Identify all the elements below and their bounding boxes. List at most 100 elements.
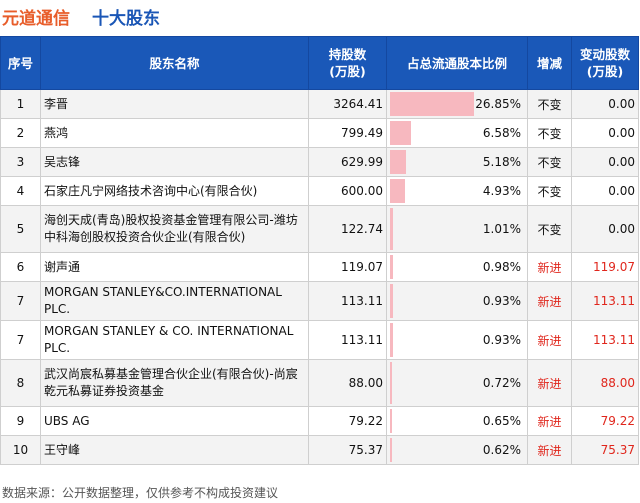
- ratio-bar: [390, 121, 411, 145]
- cell-ratio: 0.93%: [386, 320, 528, 360]
- cell-change: 不变: [527, 89, 572, 119]
- header-rank: 序号: [0, 36, 41, 90]
- ratio-bar: [390, 255, 394, 279]
- table-row: 7 MORGAN STANLEY&CO.INTERNATIONAL PLC. 113…: [0, 281, 639, 321]
- cell-shareholder-name: 武汉尚宸私募基金管理合伙企业(有限合伙)-尚宸乾元私募证券投资基金: [40, 359, 309, 407]
- cell-rank: 3: [0, 147, 41, 177]
- cell-shareholder-name: 海创天成(青岛)股权投资基金管理有限公司-潍坊中科海创股权投资合伙企业(有限合伙…: [40, 205, 309, 253]
- data-source-note: 数据来源：公开数据整理，仅供参考不构成投资建议: [2, 486, 279, 500]
- cell-rank: 2: [0, 118, 41, 148]
- header-name: 股东名称: [40, 36, 309, 90]
- cell-shareholder-name: 王守峰: [40, 435, 309, 465]
- ratio-label: 0.62%: [482, 443, 521, 457]
- cell-shares: 119.07: [308, 252, 387, 282]
- cell-shares: 113.11: [308, 320, 387, 360]
- ratio-bar: [390, 284, 393, 318]
- cell-ratio: 0.65%: [386, 406, 528, 436]
- cell-ratio: 6.58%: [386, 118, 528, 148]
- cell-change: 新进: [527, 252, 572, 282]
- cell-rank: 6: [0, 252, 41, 282]
- table-row: 7 MORGAN STANLEY & CO. INTERNATIONAL PLC.…: [0, 320, 639, 360]
- cell-change-shares: 0.00: [571, 118, 639, 148]
- ratio-label: 0.72%: [482, 376, 521, 390]
- cell-rank: 1: [0, 89, 41, 119]
- table-row: 9 UBS AG 79.22 0.65% 新进 79.22: [0, 406, 639, 436]
- cell-change-shares: 0.00: [571, 176, 639, 206]
- ratio-label: 0.65%: [482, 414, 521, 428]
- cell-change-shares: 0.00: [571, 89, 639, 119]
- cell-ratio: 0.62%: [386, 435, 528, 465]
- cell-shares: 75.37: [308, 435, 387, 465]
- header: 元道通信 十大股东: [0, 0, 640, 32]
- cell-rank: 7: [0, 281, 41, 321]
- table-row: 5 海创天成(青岛)股权投资基金管理有限公司-潍坊中科海创股权投资合伙企业(有限合…: [0, 205, 639, 253]
- cell-change: 不变: [527, 205, 572, 253]
- ratio-label: 0.98%: [482, 260, 521, 274]
- cell-ratio: 5.18%: [386, 147, 528, 177]
- cell-change-shares: 0.00: [571, 147, 639, 177]
- page-title: 元道通信: [2, 9, 70, 29]
- cell-shareholder-name: 吴志锋: [40, 147, 309, 177]
- ratio-bar: [390, 323, 393, 357]
- cell-change-shares: 88.00: [571, 359, 639, 407]
- ratio-bar: [390, 150, 407, 174]
- ratio-label: 1.01%: [482, 222, 521, 236]
- cell-ratio: 26.85%: [386, 89, 528, 119]
- cell-shares: 600.00: [308, 176, 387, 206]
- header-change-shares: 变动股数 (万股): [571, 36, 639, 90]
- table-row: 6 谢声通 119.07 0.98% 新进 119.07: [0, 252, 639, 282]
- table-row: 1 李晋 3264.41 26.85% 不变 0.00: [0, 89, 639, 119]
- ratio-bar: [390, 362, 393, 404]
- table-row: 10 王守峰 75.37 0.62% 新进 75.37: [0, 435, 639, 465]
- cell-change: 不变: [527, 176, 572, 206]
- ratio-label: 0.93%: [482, 333, 521, 347]
- cell-change: 新进: [527, 281, 572, 321]
- cell-shareholder-name: 石家庄凡宁网络技术咨询中心(有限合伙): [40, 176, 309, 206]
- header-shares: 持股数 (万股): [308, 36, 387, 90]
- cell-shares: 3264.41: [308, 89, 387, 119]
- ratio-label: 5.18%: [482, 155, 521, 169]
- cell-shareholder-name: MORGAN STANLEY&CO.INTERNATIONAL PLC.: [40, 281, 309, 321]
- ratio-bar: [390, 208, 394, 250]
- ratio-bar: [390, 179, 406, 203]
- cell-change: 不变: [527, 147, 572, 177]
- ratio-bar: [390, 409, 392, 433]
- cell-rank: 8: [0, 359, 41, 407]
- cell-shareholder-name: UBS AG: [40, 406, 309, 436]
- table-row: 8 武汉尚宸私募基金管理合伙企业(有限合伙)-尚宸乾元私募证券投资基金 88.00 0…: [0, 359, 639, 407]
- cell-shares: 629.99: [308, 147, 387, 177]
- header-ratio: 占总流通股本比例: [386, 36, 528, 90]
- ratio-label: 0.93%: [482, 294, 521, 308]
- cell-change-shares: 113.11: [571, 320, 639, 360]
- cell-shareholder-name: 李晋: [40, 89, 309, 119]
- cell-shareholder-name: 谢声通: [40, 252, 309, 282]
- cell-change: 新进: [527, 406, 572, 436]
- cell-ratio: 0.72%: [386, 359, 528, 407]
- cell-change-shares: 119.07: [571, 252, 639, 282]
- cell-ratio: 0.98%: [386, 252, 528, 282]
- table-body: 1 李晋 3264.41 26.85% 不变 0.00 2 燕鸿 799.49 6.58% 不变 0.…: [0, 89, 639, 465]
- cell-change: 新进: [527, 435, 572, 465]
- cell-change-shares: 75.37: [571, 435, 639, 465]
- shareholders-table: 序号 股东名称 持股数 (万股) 占总流通股本比例 增减 变动股数 (万股) 1 李晋…: [0, 36, 639, 465]
- cell-ratio: 1.01%: [386, 205, 528, 253]
- cell-ratio: 0.93%: [386, 281, 528, 321]
- header-change: 增减: [527, 36, 572, 90]
- cell-change: 新进: [527, 359, 572, 407]
- cell-rank: 4: [0, 176, 41, 206]
- ratio-label: 6.58%: [482, 126, 521, 140]
- cell-shares: 88.00: [308, 359, 387, 407]
- ratio-label: 26.85%: [475, 97, 521, 111]
- table-row: 2 燕鸿 799.49 6.58% 不变 0.00: [0, 118, 639, 148]
- table-row: 4 石家庄凡宁网络技术咨询中心(有限合伙) 600.00 4.93% 不变 0.00: [0, 176, 639, 206]
- cell-rank: 5: [0, 205, 41, 253]
- cell-rank: 9: [0, 406, 41, 436]
- cell-shareholder-name: MORGAN STANLEY & CO. INTERNATIONAL PLC.: [40, 320, 309, 360]
- cell-change: 不变: [527, 118, 572, 148]
- cell-change-shares: 79.22: [571, 406, 639, 436]
- cell-change: 新进: [527, 320, 572, 360]
- cell-shares: 113.11: [308, 281, 387, 321]
- cell-shares: 122.74: [308, 205, 387, 253]
- table-row: 3 吴志锋 629.99 5.18% 不变 0.00: [0, 147, 639, 177]
- ratio-bar: [390, 92, 474, 116]
